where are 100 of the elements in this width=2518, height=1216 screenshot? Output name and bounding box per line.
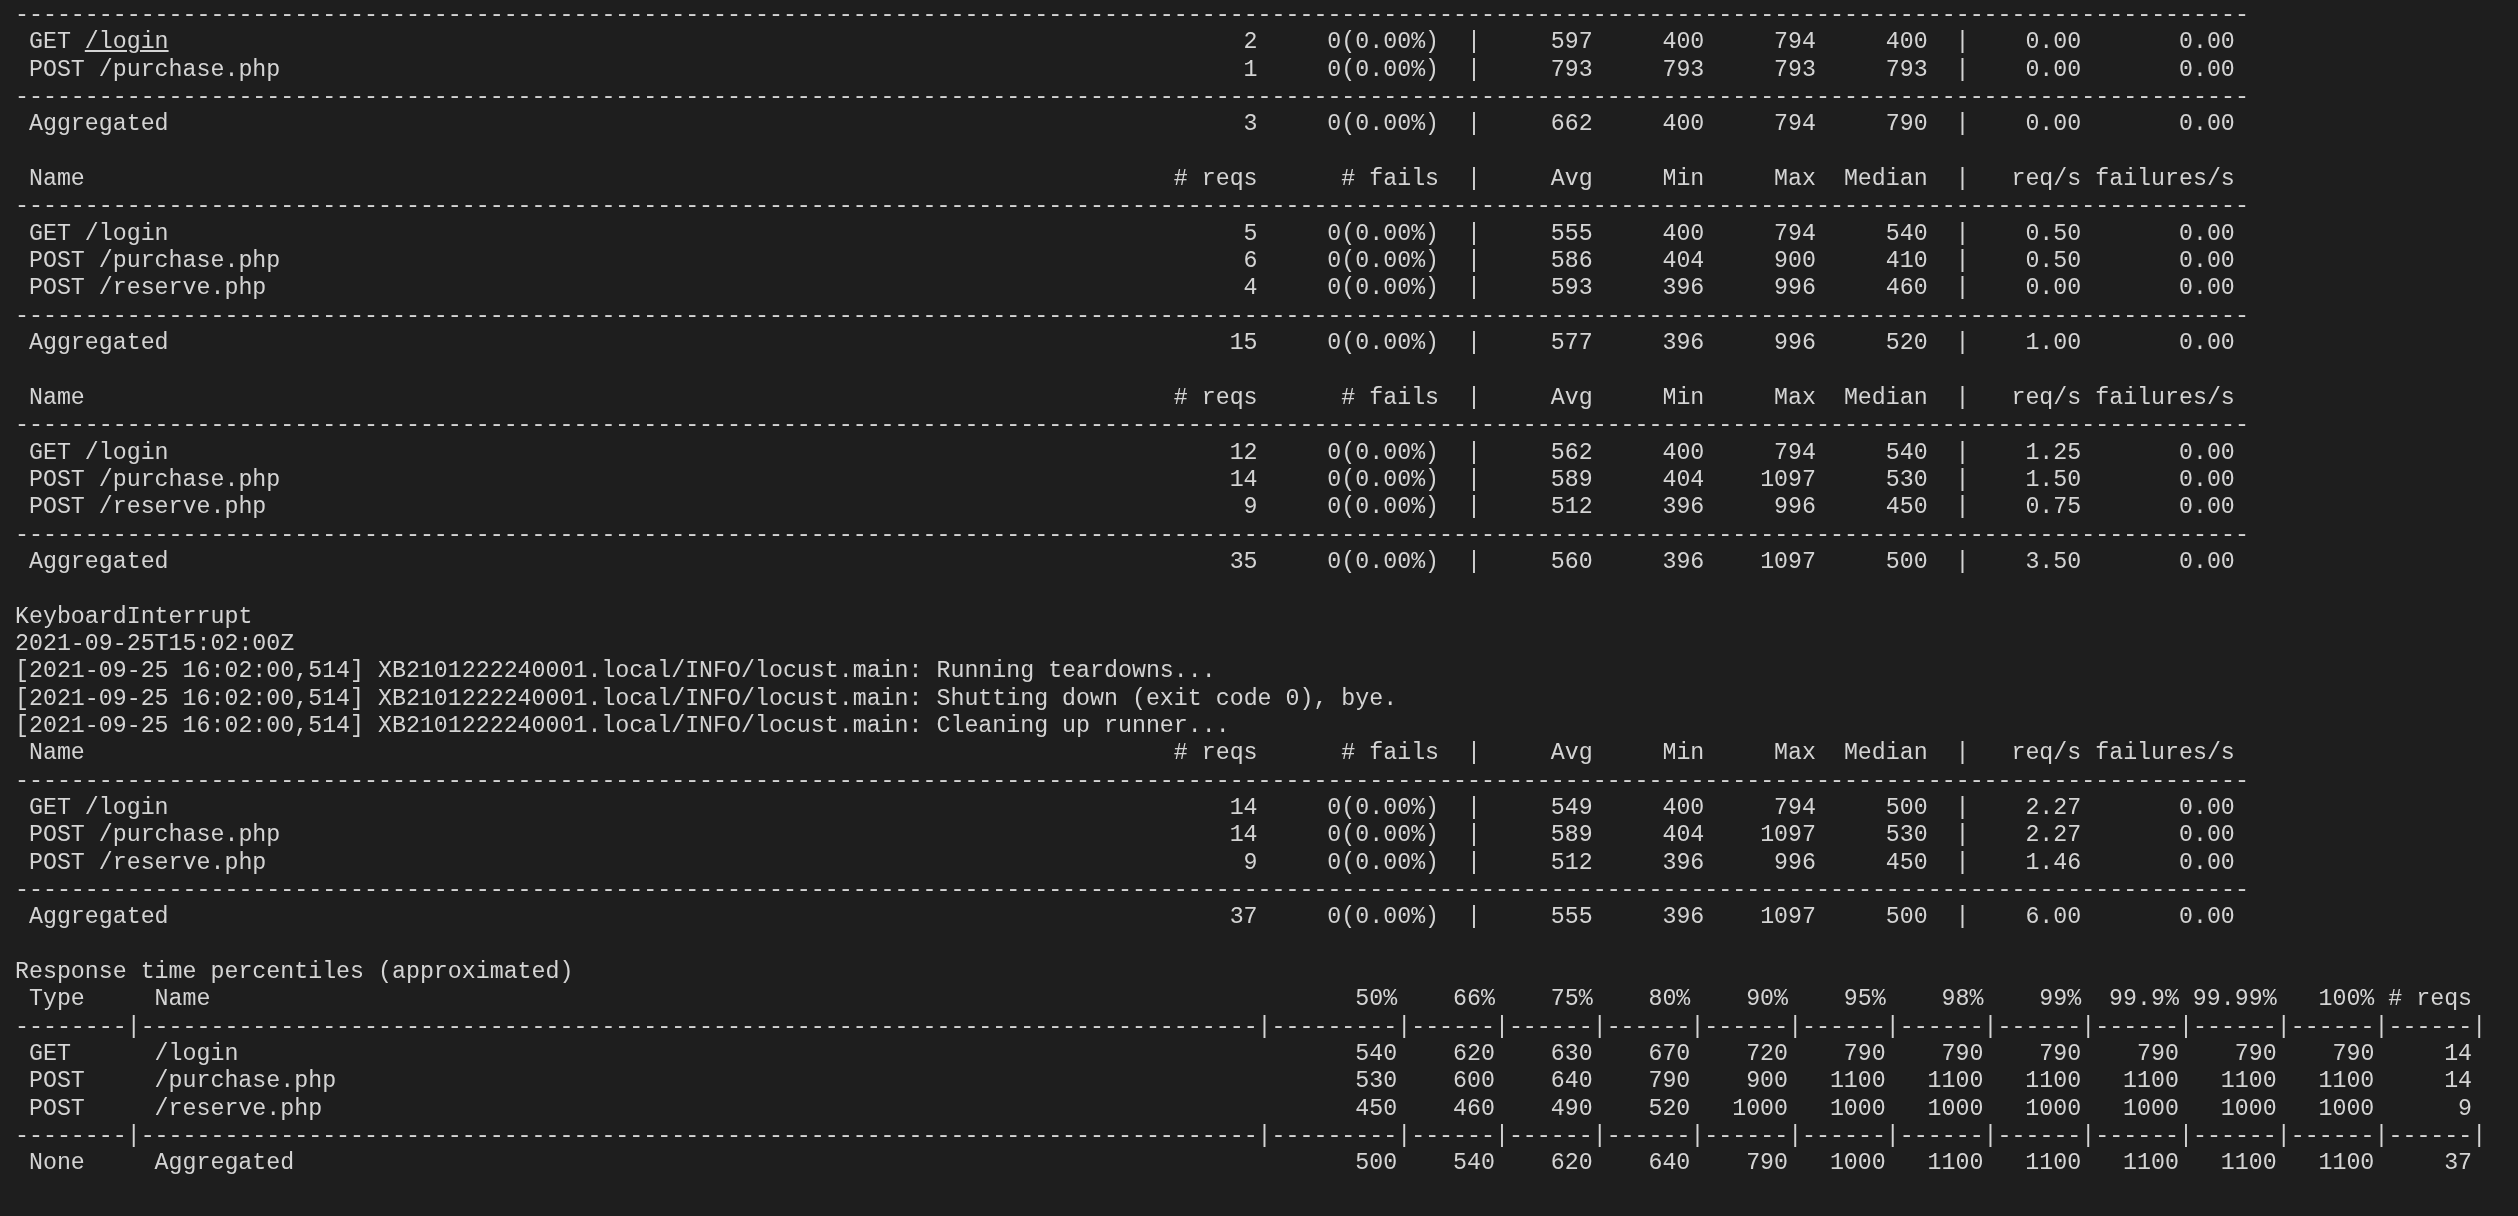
table-cell: 15 [1229, 330, 1258, 358]
table-cell: 0(0.00%) [1327, 56, 1440, 85]
pipe-separator: | [1955, 248, 1970, 276]
pipe-separator: | [1955, 29, 1970, 57]
column-header: Name [28, 166, 85, 194]
table-cell: 400 [1662, 794, 1705, 823]
table-cell: 14 [1229, 466, 1258, 495]
table-cell: 1100 [2220, 1150, 2277, 1178]
dashed-rule: ---------------------------------------------------------------------------------------------------------------------------------------------------------------- [15, 521, 2249, 549]
table-cell: 794 [1774, 111, 1816, 139]
table-cell: 1000 [1732, 1095, 1789, 1124]
table-cell: Aggregated [28, 904, 169, 932]
column-header: 99.9% [2109, 986, 2179, 1014]
table-cell: Aggregated [154, 1150, 295, 1178]
table-cell: 794 [1774, 220, 1816, 249]
column-header: # reqs [1173, 740, 1258, 768]
column-header: req/s [2011, 740, 2082, 768]
column-header: Min [1662, 384, 1705, 413]
table-cell: 790 [1843, 1041, 1886, 1069]
dashed-rule: ---------------------------------------------------------------------------------------------------------------------------------------------------------------- [15, 412, 2249, 440]
log-line: KeyboardInterrupt [15, 603, 253, 631]
table-cell: 1000 [1927, 1095, 1984, 1124]
column-header: # reqs [2388, 986, 2473, 1014]
table-cell: 1100 [1927, 1150, 1984, 1178]
table-cell: 0(0.00%) [1327, 29, 1440, 57]
table-cell: 0(0.00%) [1327, 466, 1440, 495]
table-cell: 396 [1662, 275, 1705, 303]
column-header: Median [1843, 384, 1928, 413]
table-cell: 560 [1550, 548, 1593, 577]
table-cell: 1100 [2318, 1150, 2375, 1178]
table-cell: 577 [1550, 330, 1593, 358]
column-header: Median [1843, 166, 1928, 194]
table-cell: 0.50 [2025, 248, 2082, 276]
table-cell: 0.00 [2025, 29, 2082, 57]
table-cell: 450 [1885, 494, 1928, 522]
table-cell: 3.50 [2025, 548, 2082, 577]
table-cell: 14 [1229, 822, 1258, 850]
table-cell: 12 [1229, 439, 1258, 467]
dashed-rule: --------|--------------------------------------------------------------------------------|---------|------|------|------|------|------|------|------|------|------|------|------| [15, 1123, 2487, 1151]
table-cell: 0(0.00%) [1327, 822, 1440, 850]
dashed-rule: ---------------------------------------------------------------------------------------------------------------------------------------------------------------- [15, 84, 2249, 112]
pipe-separator: | [1466, 220, 1481, 249]
table-cell: 790 [1746, 1150, 1789, 1178]
pipe-separator: | [1466, 29, 1481, 57]
table-cell: POST [28, 1095, 85, 1124]
table-cell: 0.00 [2178, 56, 2235, 85]
log-line: [2021-09-25 16:02:00,514] XB2101222240001.local/INFO/locust.main: Shutting down (exit code 0), bye. [15, 685, 1398, 713]
table-cell: 460 [1885, 275, 1928, 303]
table-cell: POST /reserve.php [28, 494, 267, 522]
table-cell: 400 [1662, 439, 1705, 467]
log-line: [2021-09-25 16:02:00,514] XB2101222240001.local/INFO/locust.main: Cleaning up runner... [15, 712, 1230, 741]
dashed-rule: ---------------------------------------------------------------------------------------------------------------------------------------------------------------- [15, 877, 2249, 905]
pipe-separator: | [1955, 166, 1970, 194]
table-cell: 500 [1355, 1150, 1398, 1178]
table-cell: 0(0.00%) [1327, 548, 1440, 577]
table-cell: /reserve.php [154, 1095, 323, 1124]
table-cell: 540 [1355, 1041, 1398, 1069]
table-cell: 9 [2458, 1095, 2473, 1124]
table-cell: 662 [1550, 111, 1593, 139]
column-header: 98% [1941, 986, 1984, 1014]
pipe-separator: | [1955, 494, 1970, 522]
table-cell: 400 [1662, 29, 1705, 57]
table-cell: 790 [1885, 111, 1928, 139]
column-header: 75% [1550, 986, 1593, 1014]
table-cell: 555 [1550, 904, 1593, 932]
underlined-link[interactable]: /login [84, 29, 169, 57]
pipe-separator: | [1466, 904, 1481, 932]
table-cell: 0(0.00%) [1327, 904, 1440, 932]
table-cell: 589 [1550, 466, 1593, 495]
table-cell: 793 [1550, 56, 1593, 85]
column-header: req/s [2011, 166, 2082, 194]
table-cell: 555 [1550, 220, 1593, 249]
table-cell: 6 [1243, 248, 1258, 276]
table-cell: POST /reserve.php [28, 849, 267, 877]
column-header: # fails [1341, 384, 1440, 413]
table-cell: 1097 [1760, 904, 1816, 932]
table-cell: 1100 [2123, 1150, 2179, 1178]
pipe-separator: | [1466, 248, 1481, 276]
table-cell: 530 [1885, 822, 1928, 850]
column-header: Avg [1550, 166, 1593, 194]
log-line: Response time percentiles (approximated) [15, 959, 574, 987]
table-cell: 1100 [2123, 1068, 2179, 1096]
table-cell: 396 [1662, 904, 1705, 932]
table-cell: 900 [1746, 1068, 1789, 1096]
table-cell: 9 [1243, 494, 1258, 522]
dashed-rule: ---------------------------------------------------------------------------------------------------------------------------------------------------------------- [15, 302, 2249, 331]
column-header: Name [28, 384, 85, 413]
table-cell: 530 [1885, 466, 1928, 495]
table-cell: 996 [1774, 849, 1816, 877]
table-cell: 540 [1885, 220, 1928, 249]
table-cell: 520 [1885, 330, 1928, 358]
table-cell: 0.00 [2178, 248, 2235, 276]
pipe-separator: | [1466, 794, 1481, 823]
table-cell: 14 [2444, 1041, 2473, 1069]
table-cell: 400 [1662, 111, 1705, 139]
column-header: Median [1843, 740, 1928, 768]
pipe-separator: | [1466, 275, 1481, 303]
table-cell: 2.27 [2025, 794, 2082, 823]
table-cell: 562 [1550, 439, 1593, 467]
pipe-separator: | [1466, 56, 1481, 85]
